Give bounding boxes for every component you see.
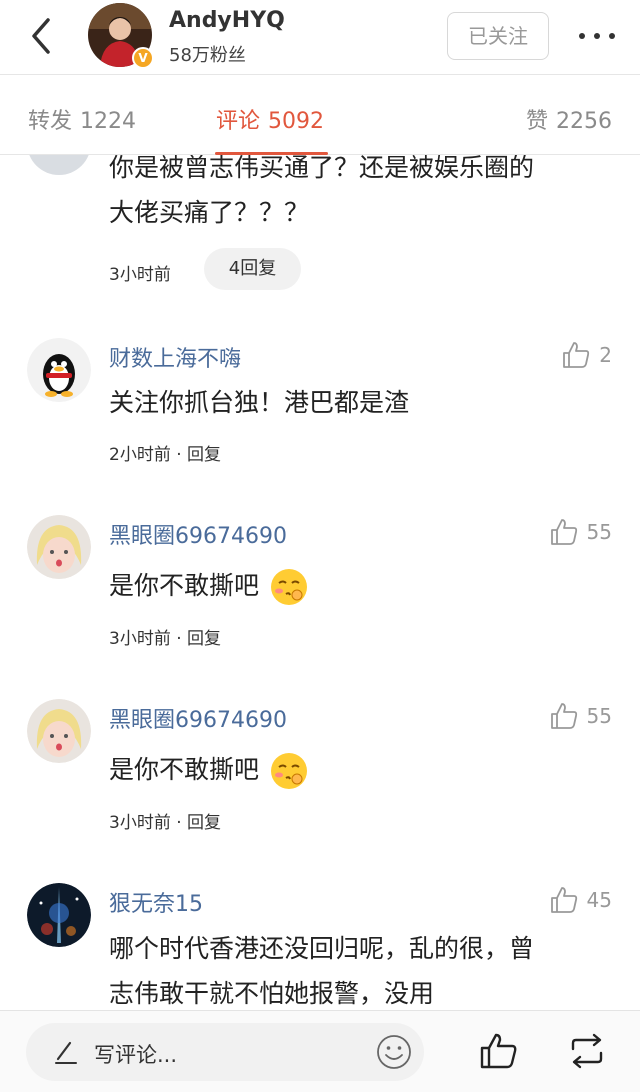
like-count: 55 (586, 704, 612, 728)
smirk-emoji-icon (270, 569, 307, 605)
comment-list[interactable]: 你是被曾志伟买通了？还是被娱乐圈的 大佬买痛了？？？ 3小时前 4回复 财数上海… (0, 155, 640, 1010)
comment-like-button[interactable]: 45 (549, 883, 612, 917)
replies-button[interactable]: 4回复 (204, 248, 301, 290)
commenter-avatar[interactable] (27, 155, 91, 175)
comment-time: 3小时前 (109, 629, 171, 649)
emoji-picker-icon[interactable] (376, 1034, 412, 1070)
commenter-avatar[interactable] (27, 515, 91, 579)
tab-comment-count: 5092 (268, 109, 325, 134)
thumbs-up-icon (550, 519, 577, 545)
comment-text: 是你不敢撕吧 (109, 571, 260, 600)
repost-icon[interactable] (567, 1031, 607, 1071)
top-bar: V AndyHYQ 58万粉丝 已关注 (0, 0, 640, 75)
tab-repost-label: 转发 (28, 109, 73, 134)
like-icon[interactable] (478, 1031, 518, 1071)
comment-like-button[interactable]: 2 (561, 338, 612, 372)
username[interactable]: AndyHYQ (169, 8, 285, 33)
bottom-bar: 写评论... (0, 1010, 640, 1092)
comment-text-row: 是你不敢撕吧 (109, 563, 609, 608)
thumbs-up-icon (563, 342, 590, 368)
pen-icon (55, 1041, 77, 1064)
comment-text-line: 你是被曾志伟买通了？还是被娱乐圈的 (109, 155, 535, 182)
tab-bar: 转发 1224 评论 5092 赞 2256 (0, 75, 640, 155)
comment-text: 关注你抓台独！港巴都是渣 (109, 388, 410, 417)
comment-time: 3小时前 (109, 265, 171, 285)
comment-like-button[interactable]: 55 (549, 699, 612, 733)
comment-text-line: 志伟敢干就不怕她报警，没用 (109, 979, 435, 1008)
cartoon-girl-icon (27, 699, 91, 763)
follow-button[interactable]: 已关注 (447, 12, 549, 60)
commenter-avatar[interactable] (27, 699, 91, 763)
more-options-icon[interactable] (577, 22, 617, 50)
comment-text: 你是被曾志伟买通了？还是被娱乐圈的 大佬买痛了？？？ (109, 155, 609, 235)
comment-text-line: 哪个时代香港还没回归呢，乱的很，曾 (109, 934, 535, 963)
like-count: 2 (599, 343, 612, 367)
reply-link[interactable]: · 回复 (176, 629, 221, 649)
comment-meta: 3小时前 · 回复 (109, 624, 221, 649)
tab-comment-label: 评论 (216, 109, 261, 134)
comment-text-row: 是你不敢撕吧 (109, 747, 609, 792)
fans-count: 58万粉丝 (169, 45, 246, 66)
like-count: 55 (586, 520, 612, 544)
tab-like-label: 赞 (525, 109, 548, 134)
tab-repost[interactable]: 转发 1224 (28, 103, 136, 135)
commenter-avatar[interactable] (27, 338, 91, 402)
smirk-emoji-icon (270, 753, 307, 789)
comment-meta: 3小时前 · 回复 (109, 808, 221, 833)
comment-text: 是你不敢撕吧 (109, 755, 260, 784)
user-avatar[interactable]: V (88, 3, 154, 69)
like-count: 45 (586, 888, 612, 912)
thumbs-up-icon (550, 887, 577, 913)
back-arrow-icon[interactable] (26, 14, 58, 58)
commenter-name[interactable]: 财数上海不嗨 (109, 341, 241, 373)
commenter-avatar[interactable] (27, 883, 91, 947)
cartoon-girl-icon (27, 515, 91, 579)
thumbs-up-icon (550, 703, 577, 729)
tab-like-count: 2256 (556, 109, 612, 134)
commenter-name[interactable]: 黑眼圈69674690 (109, 702, 287, 734)
comment-input[interactable]: 写评论... (26, 1023, 424, 1081)
tab-like[interactable]: 赞 2256 (526, 103, 612, 135)
comment-meta: 2小时前 · 回复 (109, 440, 221, 465)
commenter-name[interactable]: 狠无奈15 (109, 886, 203, 918)
commenter-name[interactable]: 黑眼圈69674690 (109, 518, 287, 550)
qq-penguin-icon (27, 338, 91, 402)
reply-link[interactable]: · 回复 (176, 445, 221, 465)
comment-time: 2小时前 (109, 445, 171, 465)
comment-input-placeholder: 写评论... (94, 1043, 178, 1067)
comment-text-line: 大佬买痛了？？？ (109, 198, 310, 227)
tab-repost-count: 1224 (80, 109, 137, 134)
comment-like-button[interactable]: 55 (549, 515, 612, 549)
verified-badge-icon: V (132, 47, 154, 69)
comment-text: 哪个时代香港还没回归呢，乱的很，曾 志伟敢干就不怕她报警，没用 (109, 926, 609, 1010)
comment-time: 3小时前 (109, 813, 171, 833)
reply-link[interactable]: · 回复 (176, 813, 221, 833)
galaxy-icon (27, 883, 91, 947)
